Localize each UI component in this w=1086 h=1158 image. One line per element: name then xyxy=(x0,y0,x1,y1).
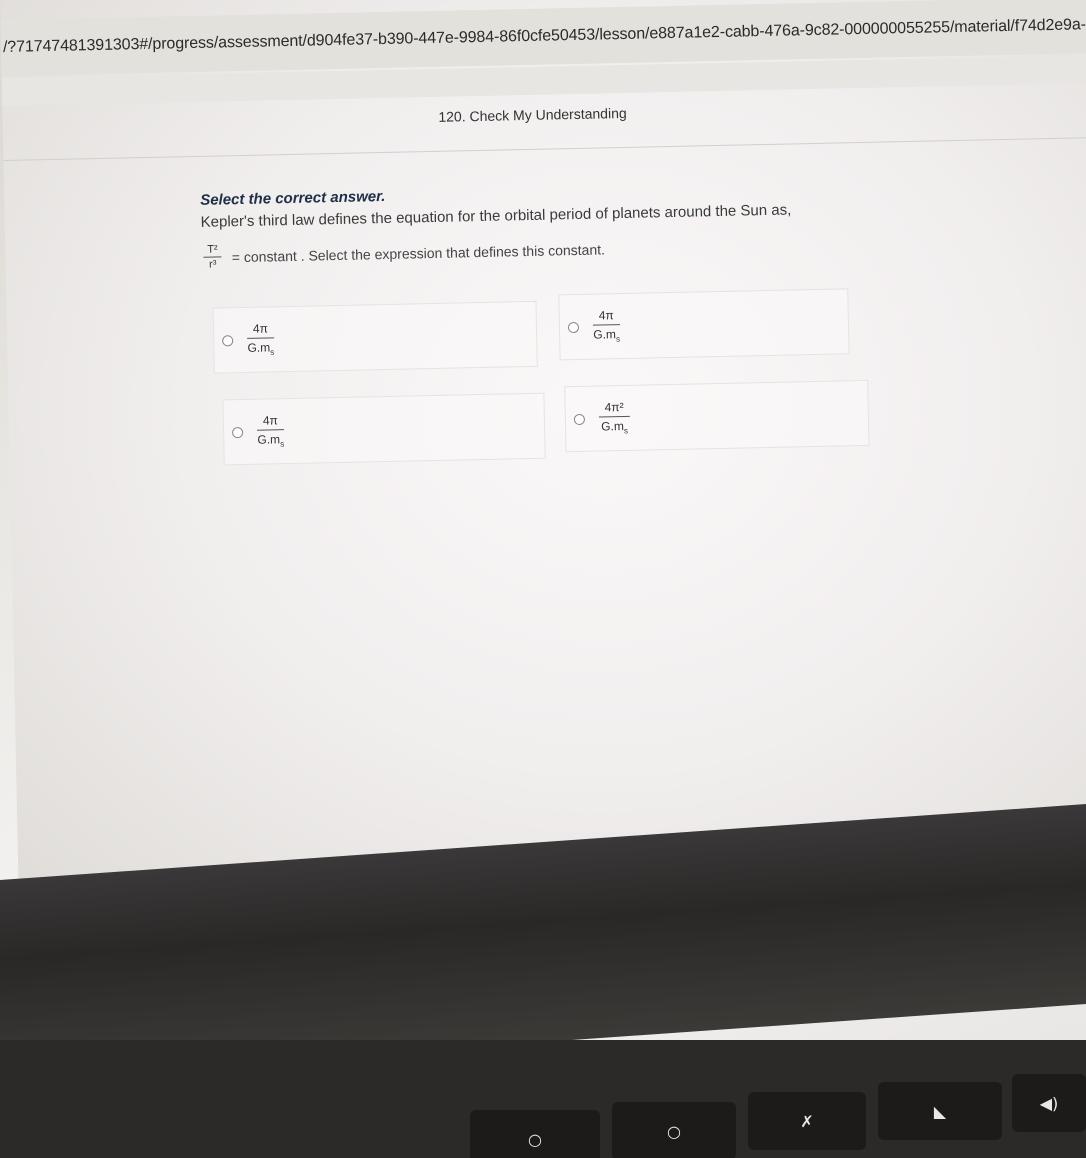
volume-up-key[interactable]: ◀) xyxy=(1012,1074,1086,1132)
option-fraction: 4π² G.ms xyxy=(598,400,631,436)
equation-fraction: T² r³ xyxy=(203,243,222,271)
answer-option-2[interactable]: 4π G.ms xyxy=(558,288,850,361)
option-numerator: 4π xyxy=(246,321,275,340)
equation-numerator: T² xyxy=(203,243,222,258)
instruction-text: Select the correct answer. xyxy=(200,187,386,209)
equation-rest-text: = constant . Select the expression that … xyxy=(231,240,606,265)
equation-denominator: r³ xyxy=(208,258,217,271)
option-numerator: 4π² xyxy=(598,400,630,418)
mute-key[interactable]: ✗ xyxy=(748,1092,866,1150)
title-divider xyxy=(3,137,1086,161)
radio-button[interactable] xyxy=(231,426,244,438)
option-numerator: 4π xyxy=(592,308,620,326)
brightness-up-key[interactable]: ○ xyxy=(612,1102,736,1158)
volume-down-key[interactable]: ◣ xyxy=(878,1082,1002,1140)
option-fraction: 4π G.ms xyxy=(256,413,285,449)
answer-option-1[interactable]: 4π G.ms xyxy=(212,300,538,374)
option-numerator: 4π xyxy=(256,413,285,432)
option-fraction: 4π G.ms xyxy=(246,321,275,358)
option-fraction: 4π G.ms xyxy=(592,308,621,344)
option-denominator: G.ms xyxy=(247,340,275,358)
url-text[interactable]: /?71747481391303#/progress/assessment/d9… xyxy=(3,15,1086,57)
option-denominator: G.ms xyxy=(601,419,629,436)
radio-button[interactable] xyxy=(567,321,580,333)
option-denominator: G.ms xyxy=(593,327,621,344)
answer-option-3[interactable]: 4π G.ms xyxy=(222,392,546,466)
radio-button[interactable] xyxy=(573,413,586,425)
option-denominator: G.ms xyxy=(257,432,285,449)
brightness-down-key[interactable]: ○ xyxy=(470,1110,600,1158)
radio-button[interactable] xyxy=(222,334,234,346)
keyboard: ○ ○ ✗ ◣ ◀) xyxy=(0,1040,1086,1158)
browser-screen: /?71747481391303#/progress/assessment/d9… xyxy=(0,0,1086,930)
answer-option-4[interactable]: 4π² G.ms xyxy=(564,379,870,453)
question-equation: T² r³ = constant . Select the expression… xyxy=(203,235,606,271)
